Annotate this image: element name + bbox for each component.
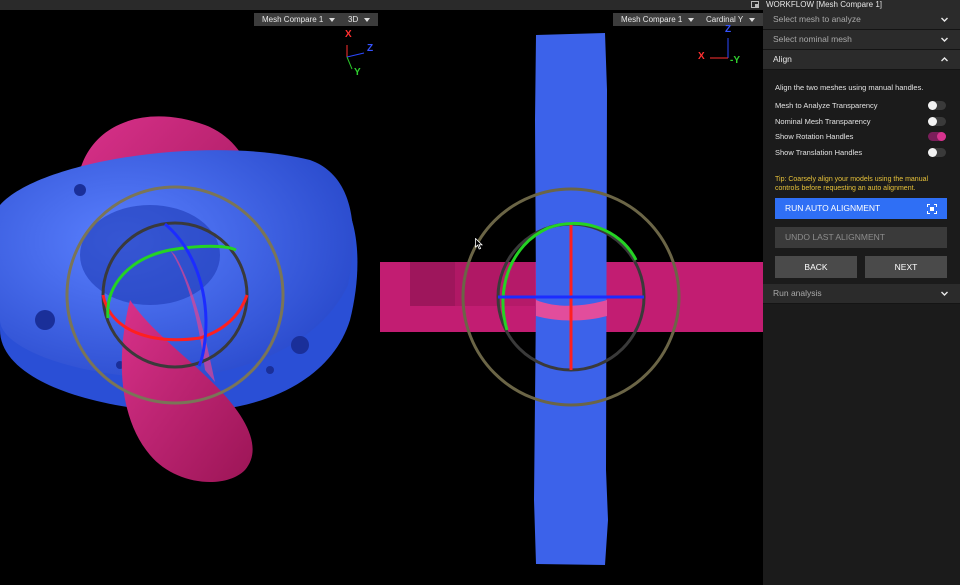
chevron-up-icon [941,57,948,62]
section-select-analyze[interactable]: Select mesh to analyze [763,10,960,30]
viewport-3d[interactable]: Mesh Compare 1 3D X Z Y [0,10,380,585]
top-bar: WORKFLOW [Mesh Compare 1] [0,0,960,10]
analyze-transparency-toggle[interactable] [928,101,946,110]
button-label: RUN AUTO ALIGNMENT [785,203,881,213]
toggle-row-nominal-transparency: Nominal Mesh Transparency [775,116,950,128]
caret-down-icon [749,17,756,22]
toggle-row-translation-handles: Show Translation Handles [775,147,950,159]
mesh-select-label: Mesh Compare 1 [262,15,324,24]
section-label: Run analysis [773,288,822,298]
workflow-title: WORKFLOW [Mesh Compare 1] [766,0,883,9]
toggle-knob [928,148,937,157]
align-description: Align the two meshes using manual handle… [775,83,924,92]
section-label: Select mesh to analyze [773,14,861,24]
section-label: Select nominal mesh [773,34,852,44]
translation-handles-toggle[interactable] [928,148,946,157]
axis-label-x: X [698,51,705,62]
section-select-nominal[interactable]: Select nominal mesh [763,30,960,50]
button-label: UNDO LAST ALIGNMENT [785,232,885,242]
mesh-select-dropdown-right[interactable]: Mesh Compare 1 [613,13,703,26]
toggle-row-rotation-handles: Show Rotation Handles [775,131,950,143]
caret-down-icon [364,17,371,22]
viewport-cardinal[interactable]: Mesh Compare 1 Cardinal Y Z X -Y [380,10,763,585]
mesh-select-label: Mesh Compare 1 [621,15,683,24]
nominal-transparency-toggle[interactable] [928,117,946,126]
toggle-label: Show Translation Handles [775,148,863,157]
undo-last-alignment-button[interactable]: UNDO LAST ALIGNMENT [775,227,947,248]
next-button[interactable]: NEXT [865,256,947,278]
chevron-down-icon [941,291,948,296]
mesh-select-dropdown-left[interactable]: Mesh Compare 1 [254,13,344,26]
toggle-row-analyze-transparency: Mesh to Analyze Transparency [775,100,950,112]
window-icon[interactable] [751,1,759,8]
axis-label-z: Z [367,43,374,54]
view-mode-label: 3D [348,15,359,24]
section-align[interactable]: Align [763,50,960,70]
toggle-label: Nominal Mesh Transparency [775,117,871,126]
section-label: Align [773,54,792,64]
section-run-analysis[interactable]: Run analysis [763,284,960,304]
axis-label-y: Y [354,67,361,78]
toggle-label: Mesh to Analyze Transparency [775,101,878,110]
scan-target-icon [927,204,937,214]
toggle-knob [928,117,937,126]
view-mode-label: Cardinal Y [706,15,744,24]
toggle-label: Show Rotation Handles [775,132,854,141]
toggle-knob [928,101,937,110]
caret-down-icon [688,17,695,22]
view-mode-dropdown-left[interactable]: 3D [340,13,379,26]
chevron-down-icon [941,17,948,22]
scene-cardinal[interactable] [380,10,763,585]
axis-label-z: Z [725,24,732,35]
axis-label-x: X [345,29,352,40]
alignment-tip: Tip: Coarsely align your models using th… [775,176,929,192]
workflow-panel: Select mesh to analyze Select nominal me… [763,10,960,585]
mouse-cursor-icon [475,238,483,250]
scene-3d[interactable] [0,10,380,585]
chevron-down-icon [941,37,948,42]
axis-label-neg-y: -Y [730,55,740,66]
run-auto-alignment-button[interactable]: RUN AUTO ALIGNMENT [775,198,947,219]
rotation-handles-toggle[interactable] [928,132,946,141]
caret-down-icon [329,17,336,22]
toggle-knob [937,132,946,141]
back-button[interactable]: BACK [775,256,857,278]
